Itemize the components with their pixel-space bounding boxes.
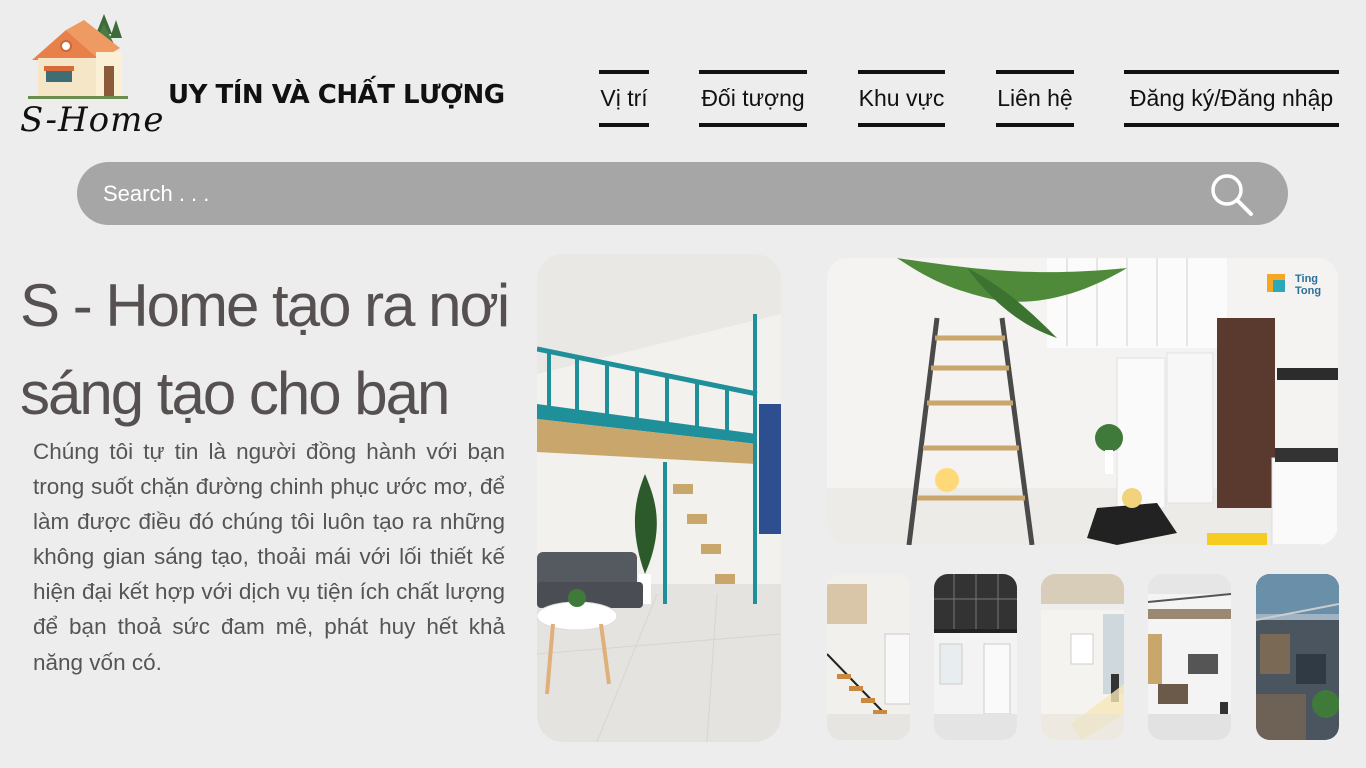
- thumbnail-2[interactable]: [934, 574, 1017, 740]
- thumbnail-1[interactable]: [827, 574, 910, 740]
- tagline: UY TÍN VÀ CHẤT LƯỢNG: [168, 80, 505, 110]
- nav-item-audience[interactable]: Đối tượng: [699, 70, 807, 127]
- logo-text: S-Home: [20, 100, 165, 140]
- search-input[interactable]: [103, 174, 1183, 214]
- photo-loft-room: [537, 254, 781, 742]
- nav-item-area[interactable]: Khu vực: [858, 70, 945, 127]
- logo[interactable]: S-Home: [18, 12, 164, 142]
- watermark-line2: Tong: [1295, 285, 1321, 297]
- hero-description: Chúng tôi tự tin là người đồng hành với …: [33, 439, 505, 675]
- thumbnail-5[interactable]: [1256, 574, 1339, 740]
- hero-title: S - Home tạo ra nơi sáng tạo cho bạn: [20, 272, 510, 427]
- thumbnail-4[interactable]: [1148, 574, 1231, 740]
- nav-item-location[interactable]: Vị trí: [599, 70, 649, 127]
- search-bar: [77, 162, 1288, 225]
- photo-studio-room: Ting Tong: [827, 258, 1338, 545]
- thumbnail-3[interactable]: [1041, 574, 1124, 740]
- nav-item-login[interactable]: Đăng ký/Đăng nhập: [1124, 70, 1339, 127]
- nav-item-contact[interactable]: Liên hệ: [996, 70, 1074, 127]
- search-icon[interactable]: [1208, 171, 1254, 217]
- house-logo-icon: [28, 14, 128, 99]
- watermark-line1: Ting: [1295, 273, 1318, 285]
